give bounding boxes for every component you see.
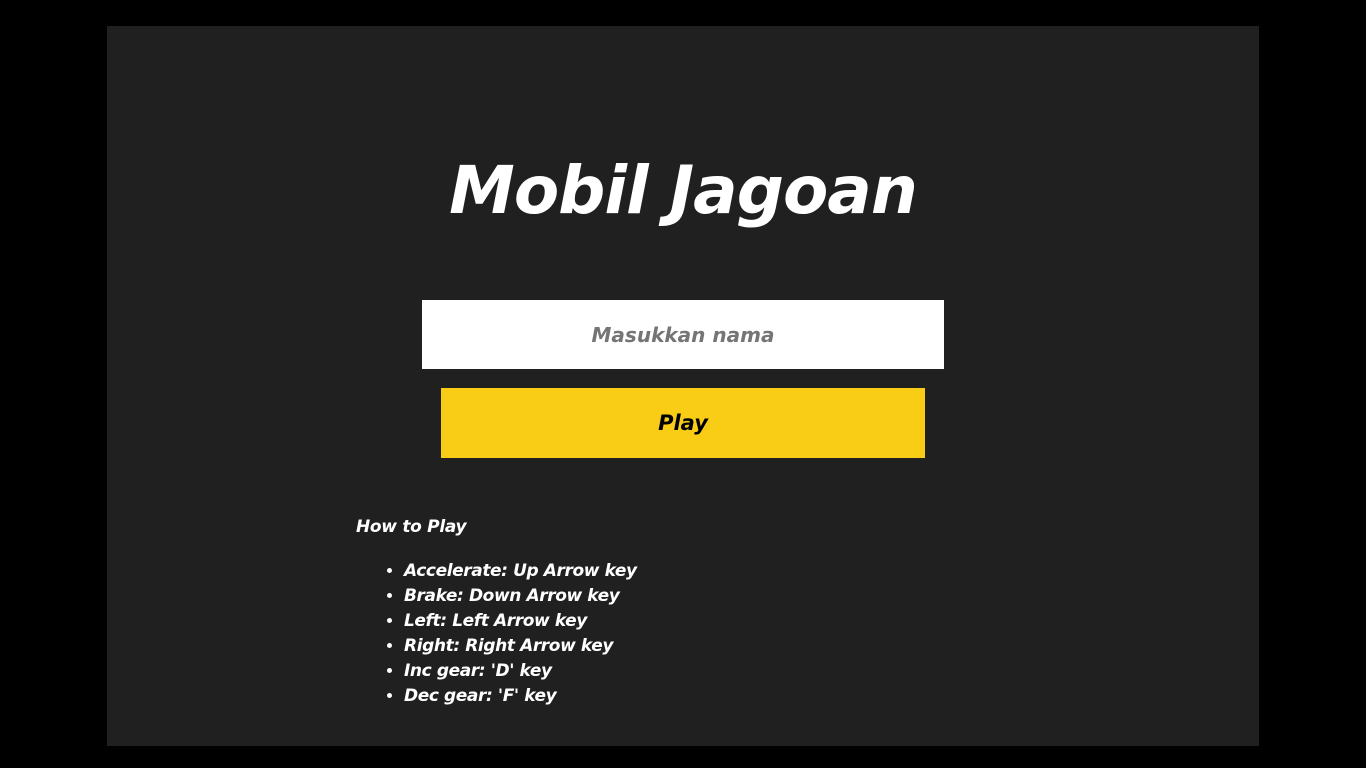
control-item-dec-gear: Dec gear: 'F' key	[404, 684, 956, 709]
control-item-inc-gear: Inc gear: 'D' key	[404, 659, 956, 684]
how-to-play-section: How to Play Accelerate: Up Arrow key Bra…	[356, 515, 956, 709]
control-item-accelerate: Accelerate: Up Arrow key	[404, 559, 956, 584]
game-screen: Mobil Jagoan Play How to Play Accelerate…	[107, 26, 1259, 746]
game-title: Mobil Jagoan	[449, 152, 918, 229]
controls-list: Accelerate: Up Arrow key Brake: Down Arr…	[356, 559, 956, 709]
control-item-right: Right: Right Arrow key	[404, 634, 956, 659]
player-name-input[interactable]	[422, 300, 944, 369]
control-item-brake: Brake: Down Arrow key	[404, 584, 956, 609]
how-to-play-heading: How to Play	[356, 517, 467, 537]
play-button[interactable]: Play	[441, 388, 925, 458]
control-item-left: Left: Left Arrow key	[404, 609, 956, 634]
